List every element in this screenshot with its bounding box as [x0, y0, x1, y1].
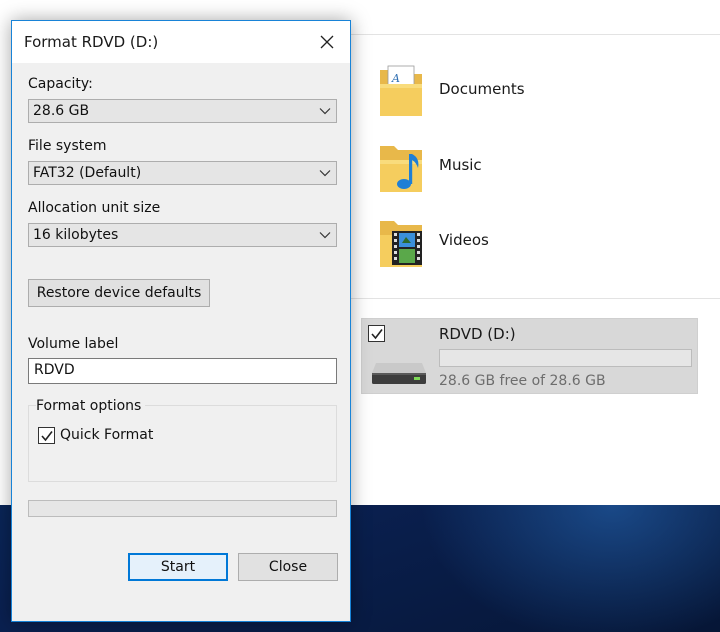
- dialog-title-bar[interactable]: Format RDVD (D:): [12, 21, 350, 63]
- allocation-unit-value: 16 kilobytes: [33, 227, 119, 243]
- music-folder-icon: [380, 146, 422, 192]
- drive-free-space-text: 28.6 GB free of 28.6 GB: [439, 373, 606, 389]
- allocation-unit-dropdown[interactable]: 16 kilobytes: [28, 223, 337, 247]
- capacity-value: 28.6 GB: [33, 103, 90, 119]
- explorer-header-divider: [350, 34, 720, 35]
- chevron-down-icon: [319, 108, 331, 115]
- capacity-dropdown[interactable]: 28.6 GB: [28, 99, 337, 123]
- folder-label: Videos: [439, 231, 489, 249]
- explorer-section-divider: [350, 298, 720, 299]
- desktop-wallpaper-glow: [420, 505, 720, 632]
- folder-documents[interactable]: A Documents: [378, 62, 525, 118]
- videos-folder-icon: [380, 221, 422, 267]
- start-button[interactable]: Start: [128, 553, 228, 581]
- close-button[interactable]: Close: [238, 553, 338, 581]
- svg-text:A: A: [391, 72, 400, 85]
- file-system-value: FAT32 (Default): [33, 165, 142, 181]
- format-dialog: Format RDVD (D:) Capacity: 28.6 GB File …: [11, 20, 351, 622]
- folder-music[interactable]: Music: [378, 138, 482, 194]
- format-options-group: [28, 405, 337, 482]
- file-system-dropdown[interactable]: FAT32 (Default): [28, 161, 337, 185]
- drive-tile-rdvd[interactable]: RDVD (D:) 28.6 GB free of 28.6 GB: [361, 318, 698, 394]
- documents-folder-icon: A: [380, 65, 422, 116]
- folder-label: Music: [439, 156, 482, 174]
- close-window-button[interactable]: [312, 29, 342, 55]
- capacity-label: Capacity:: [28, 76, 93, 92]
- volume-label-value: RDVD: [34, 362, 75, 378]
- folder-videos[interactable]: Videos: [378, 213, 489, 269]
- checkmark-icon: [41, 431, 53, 442]
- format-progress-bar: [28, 500, 337, 517]
- chevron-down-icon: [319, 170, 331, 177]
- drive-name: RDVD (D:): [439, 325, 516, 343]
- close-icon: [320, 35, 334, 49]
- file-system-label: File system: [28, 138, 107, 154]
- quick-format-checkbox[interactable]: [38, 427, 55, 444]
- quick-format-label[interactable]: Quick Format: [60, 427, 153, 443]
- chevron-down-icon: [319, 232, 331, 239]
- restore-defaults-button[interactable]: Restore device defaults: [28, 279, 210, 307]
- drive-select-checkbox[interactable]: [368, 325, 385, 342]
- dialog-title: Format RDVD (D:): [24, 33, 159, 51]
- drive-usage-bar: [439, 349, 692, 367]
- usb-drive-icon: [372, 363, 426, 384]
- checkmark-icon: [371, 329, 383, 340]
- allocation-unit-label: Allocation unit size: [28, 200, 161, 216]
- folder-label: Documents: [439, 80, 525, 98]
- format-options-title: Format options: [36, 398, 146, 414]
- volume-label-input[interactable]: RDVD: [28, 358, 337, 384]
- volume-label-caption: Volume label: [28, 336, 119, 352]
